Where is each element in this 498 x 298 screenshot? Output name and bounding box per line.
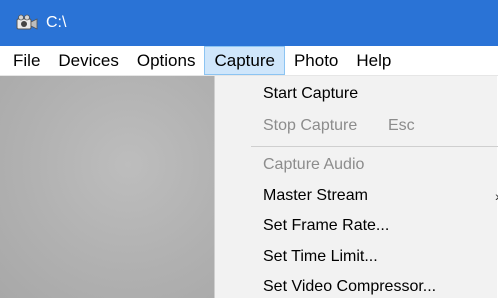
menu-help[interactable]: Help (347, 46, 400, 75)
menu-item-capture-audio[interactable]: Capture Audio (263, 156, 364, 174)
menu-item-set-frame-rate[interactable]: Set Frame Rate... (263, 217, 389, 235)
menu-item-set-video-compressor[interactable]: Set Video Compressor... (263, 278, 436, 296)
menu-item-stop-capture[interactable]: Stop Capture (263, 117, 357, 135)
menu-bar: File Devices Options Capture Photo Help (0, 46, 498, 76)
menu-item-master-stream[interactable]: Master Stream (263, 187, 368, 205)
menu-item-set-time-limit[interactable]: Set Time Limit... (263, 248, 378, 266)
app-window: C:\ File Devices Options Capture Photo H… (0, 0, 498, 298)
menu-photo[interactable]: Photo (285, 46, 347, 75)
title-bar: C:\ (0, 0, 498, 46)
menu-devices[interactable]: Devices (49, 46, 127, 75)
menu-file[interactable]: File (4, 46, 49, 75)
menu-separator (251, 146, 498, 147)
capture-dropdown-menu: Start Capture Stop Capture Esc Capture A… (214, 76, 498, 298)
menu-capture[interactable]: Capture (204, 46, 285, 75)
video-preview (0, 76, 214, 298)
menu-options[interactable]: Options (128, 46, 205, 75)
window-title: C:\ (46, 14, 67, 31)
camera-icon (16, 14, 38, 32)
stop-capture-shortcut: Esc (388, 117, 415, 134)
menu-item-start-capture[interactable]: Start Capture (263, 85, 358, 103)
